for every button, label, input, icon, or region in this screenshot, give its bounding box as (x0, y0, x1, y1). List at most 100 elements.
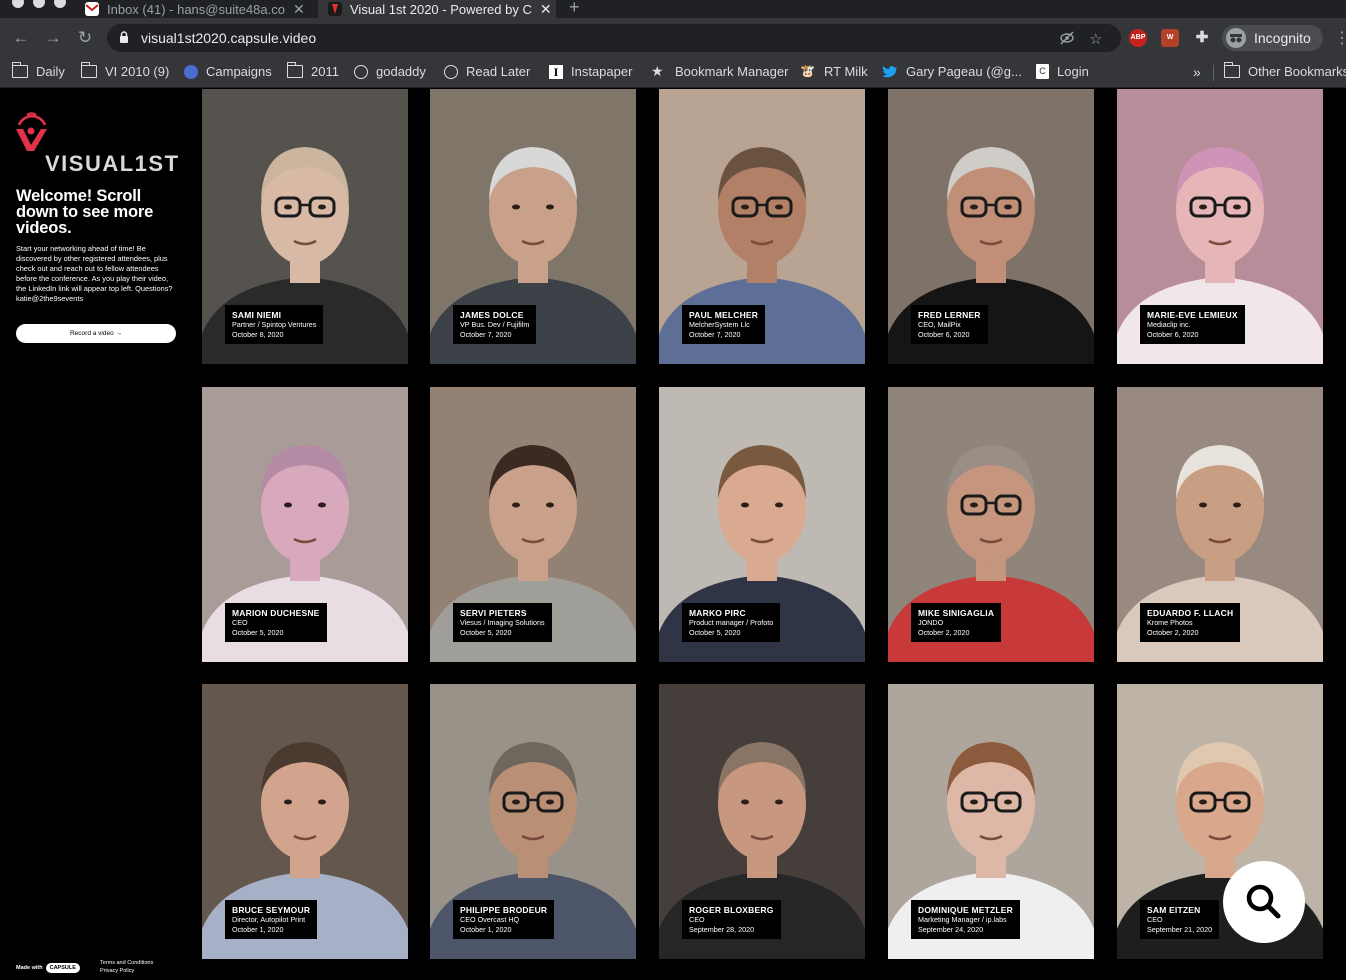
bookmark-rt-milk[interactable]: 🐮 RT Milk (800, 64, 868, 79)
tab-inbox[interactable]: Inbox (41) - hans@suite48a.co ✕ (85, 0, 310, 18)
search-button[interactable] (1223, 861, 1305, 943)
shield-extension-icon[interactable]: W (1161, 29, 1179, 47)
tab-title: Visual 1st 2020 - Powered by C (350, 1, 532, 17)
bookmarks-overflow-button[interactable]: » (1193, 64, 1201, 80)
back-arrow-icon[interactable]: ← (10, 27, 32, 49)
close-tab-icon[interactable]: ✕ (540, 1, 552, 18)
page-content: VISUAL1ST Welcome! Scroll down to see mo… (0, 89, 1346, 980)
video-date: October 1, 2020 (232, 925, 284, 934)
attendee-role: Product manager / Profoto (689, 618, 774, 627)
attendee-role: Partner / Spintop Ventures (232, 320, 317, 329)
bookmark-instapaper[interactable]: I Instapaper (549, 64, 632, 79)
incognito-profile-button[interactable]: Incognito (1222, 25, 1323, 51)
globe-icon (354, 64, 368, 79)
video-date: October 5, 2020 (232, 628, 284, 637)
attendee-role: MelcherSystem Llc (689, 320, 750, 329)
bookmark-login[interactable]: C Login (1036, 64, 1089, 79)
video-caption: BRUCE SEYMOUR Director, Autopilot Print Oc… (225, 900, 318, 939)
bookmark-gary-pageau[interactable]: Gary Pageau (@g... (882, 64, 1022, 79)
video-card[interactable]: MIKE SINIGAGLIA JONDO October 2, 2020 (888, 387, 1094, 662)
attendee-name: BRUCE SEYMOUR (232, 905, 311, 915)
video-card[interactable]: PAUL MELCHER MelcherSystem Llc October 7, … (659, 89, 865, 364)
star-bookmark-icon[interactable]: ☆ (1089, 30, 1102, 48)
page-icon: C (1036, 64, 1049, 79)
tab-title: Inbox (41) - hans@suite48a.co (107, 1, 285, 17)
address-bar[interactable]: visual1st2020.capsule.video ☆ (107, 24, 1121, 52)
bookmark-label: Bookmark Manager (675, 64, 789, 79)
made-with-capsule[interactable]: Made with CAPSULE (16, 963, 80, 973)
other-bookmarks-folder[interactable]: Other Bookmarks (1223, 62, 1346, 79)
record-video-button[interactable]: Record a video → (16, 324, 176, 343)
welcome-heading: Welcome! Scroll down to see more videos. (16, 187, 154, 237)
video-caption: MARKO PIRC Product manager / Profoto Octob… (682, 603, 781, 642)
folder-icon (80, 62, 97, 78)
adblock-extension-icon[interactable]: ABP (1129, 29, 1147, 47)
bookmark-vi-2010[interactable]: VI 2010 (9) (80, 62, 170, 79)
bookmark-label: Other Bookmarks (1248, 64, 1346, 79)
video-caption: JAMES DOLCE VP Bus. Dev / Fujifilm October… (453, 305, 537, 344)
attendee-name: MARION DUCHESNE (232, 608, 320, 618)
tab-visual1st[interactable]: Visual 1st 2020 - Powered by C ✕ (318, 0, 556, 18)
video-card[interactable]: PHILIPPE BRODEUR CEO Overcast HQ October 1… (430, 684, 636, 959)
video-date: September 28, 2020 (689, 925, 755, 934)
video-card[interactable]: ROGER BLOXBERG CEO September 28, 2020 (659, 684, 865, 959)
new-tab-button[interactable]: + (569, 0, 580, 18)
attendee-name: ROGER BLOXBERG (689, 905, 774, 915)
video-date: October 6, 2020 (1147, 330, 1199, 339)
window-close-button[interactable] (12, 0, 24, 8)
video-card[interactable]: EDUARDO F. LLACH Krome Photos October 2, 2… (1117, 387, 1323, 662)
video-card[interactable]: BRUCE SEYMOUR Director, Autopilot Print Oc… (202, 684, 408, 959)
reload-icon[interactable]: ↻ (74, 27, 96, 49)
video-card[interactable]: MARKO PIRC Product manager / Profoto Octob… (659, 387, 865, 662)
intro-text: Start your networking ahead of time! Be … (16, 244, 173, 303)
bookmark-read-later[interactable]: Read Later (444, 64, 530, 79)
window-maximize-button[interactable] (54, 0, 66, 8)
bookmark-2011[interactable]: 2011 (286, 62, 339, 79)
eye-slash-icon[interactable] (1059, 30, 1075, 50)
folder-icon (1223, 62, 1240, 78)
puzzle-extensions-icon[interactable]: ✚ (1193, 29, 1211, 47)
video-card[interactable]: FRED LERNER CEO, MailPix October 6, 2020 (888, 89, 1094, 364)
bookmark-label: Login (1057, 64, 1089, 79)
video-caption: PHILIPPE BRODEUR CEO Overcast HQ October 1… (453, 900, 555, 939)
window-minimize-button[interactable] (33, 0, 45, 8)
privacy-link[interactable]: Privacy Policy (100, 967, 153, 975)
video-card[interactable]: SAMI NIEMI Partner / Spintop Ventures Octo… (202, 89, 408, 364)
video-card[interactable]: MARION DUCHESNE CEO October 5, 2020 (202, 387, 408, 662)
attendee-role: Krome Photos (1147, 618, 1193, 627)
bookmark-label: Daily (36, 64, 65, 79)
attendee-name: PAUL MELCHER (689, 310, 759, 320)
bookmarks-bar: Daily VI 2010 (9) Campaigns 2011 godaddy… (0, 58, 1346, 88)
sidebar: VISUAL1ST Welcome! Scroll down to see mo… (0, 89, 192, 980)
profile-label: Incognito (1254, 30, 1311, 46)
folder-icon (11, 62, 28, 78)
bookmark-daily[interactable]: Daily (11, 62, 65, 79)
bookmark-label: RT Milk (824, 64, 868, 79)
search-icon (1246, 884, 1281, 919)
forward-arrow-icon[interactable]: → (42, 27, 64, 49)
capsule-badge[interactable]: CAPSULE (45, 963, 80, 973)
attendee-name: MARKO PIRC (689, 608, 746, 618)
bookmark-manager[interactable]: ★ Bookmark Manager (651, 64, 788, 79)
video-date: October 7, 2020 (689, 330, 741, 339)
terms-link[interactable]: Terms and Conditions (100, 959, 153, 967)
video-card[interactable]: JAMES DOLCE VP Bus. Dev / Fujifilm October… (430, 89, 636, 364)
star-icon: ★ (651, 63, 664, 79)
video-caption: ROGER BLOXBERG CEO September 28, 2020 (682, 900, 781, 939)
lock-icon (120, 31, 128, 43)
browser-menu-icon[interactable]: ⋮ (1334, 28, 1346, 48)
video-caption: SERVI PIETERS Viesus / Imaging Solutions O… (453, 603, 552, 642)
bookmark-godaddy[interactable]: godaddy (354, 64, 426, 79)
video-card[interactable]: MARIE-EVE LEMIEUX Mediaclip inc. October 6… (1117, 89, 1323, 364)
cow-icon: 🐮 (800, 64, 815, 78)
attendee-role: Director, Autopilot Print (232, 915, 306, 924)
close-tab-icon[interactable]: ✕ (293, 1, 305, 18)
attendee-name: PHILIPPE BRODEUR (460, 905, 548, 915)
video-card[interactable]: DOMINIQUE METZLER Marketing Manager / ip.… (888, 684, 1094, 959)
bookmark-campaigns[interactable]: Campaigns (184, 64, 272, 79)
visual1st-logo: VISUAL1ST (14, 105, 184, 183)
bookmark-label: VI 2010 (9) (105, 64, 170, 79)
bookmark-label: godaddy (376, 64, 426, 79)
made-with-label: Made with (16, 965, 43, 971)
video-card[interactable]: SERVI PIETERS Viesus / Imaging Solutions O… (430, 387, 636, 662)
